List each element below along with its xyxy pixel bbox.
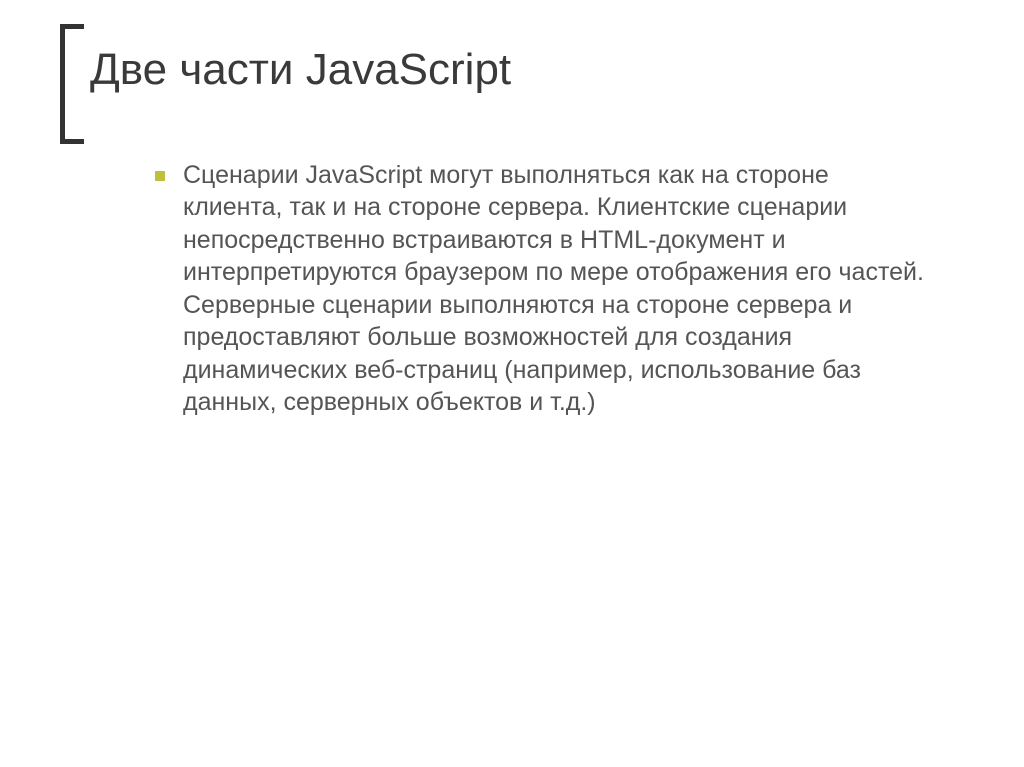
- slide: Две части JavaScript Сценарии JavaScript…: [0, 0, 1024, 767]
- slide-content: Сценарии JavaScript могут выполняться ка…: [60, 159, 964, 419]
- body-text: Сценарии JavaScript могут выполняться ка…: [183, 159, 924, 419]
- bullet-icon: [155, 171, 165, 181]
- title-container: Две части JavaScript: [60, 24, 964, 109]
- bracket-left-icon: [60, 24, 84, 144]
- bullet-item: Сценарии JavaScript могут выполняться ка…: [155, 159, 924, 419]
- slide-title: Две части JavaScript: [90, 44, 944, 97]
